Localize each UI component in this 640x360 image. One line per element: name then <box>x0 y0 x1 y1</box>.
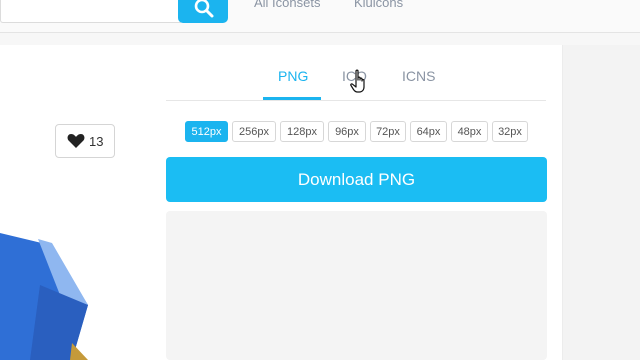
search-icon <box>194 0 214 18</box>
like-button[interactable]: 13 <box>55 124 115 158</box>
heart-icon <box>67 134 85 148</box>
size-option-128[interactable]: 128px <box>280 121 324 142</box>
search-button[interactable] <box>178 0 228 23</box>
tab-png[interactable]: PNG <box>278 68 308 84</box>
size-option-72[interactable]: 72px <box>370 121 406 142</box>
size-option-96[interactable]: 96px <box>328 121 366 142</box>
size-option-256[interactable]: 256px <box>232 121 276 142</box>
size-option-32[interactable]: 32px <box>492 121 528 142</box>
nav-link-kiuicons[interactable]: Kiuicons <box>354 0 403 10</box>
tab-icns[interactable]: ICNS <box>402 68 435 84</box>
right-sidebar <box>562 45 640 360</box>
nav-link-all-iconsets[interactable]: All Iconsets <box>254 0 320 10</box>
like-count: 13 <box>89 134 104 149</box>
hand-pointer-cursor-icon <box>350 69 365 93</box>
icon-preview-graphic <box>0 233 88 360</box>
download-png-button[interactable]: Download PNG <box>166 157 547 202</box>
size-option-512[interactable]: 512px <box>185 121 228 142</box>
search-input[interactable] <box>0 0 181 23</box>
size-option-48[interactable]: 48px <box>451 121 488 142</box>
size-option-64[interactable]: 64px <box>410 121 447 142</box>
preview-area <box>166 211 547 360</box>
active-tab-indicator <box>263 97 321 100</box>
top-navigation-bar: All Iconsets Kiuicons <box>0 0 640 33</box>
